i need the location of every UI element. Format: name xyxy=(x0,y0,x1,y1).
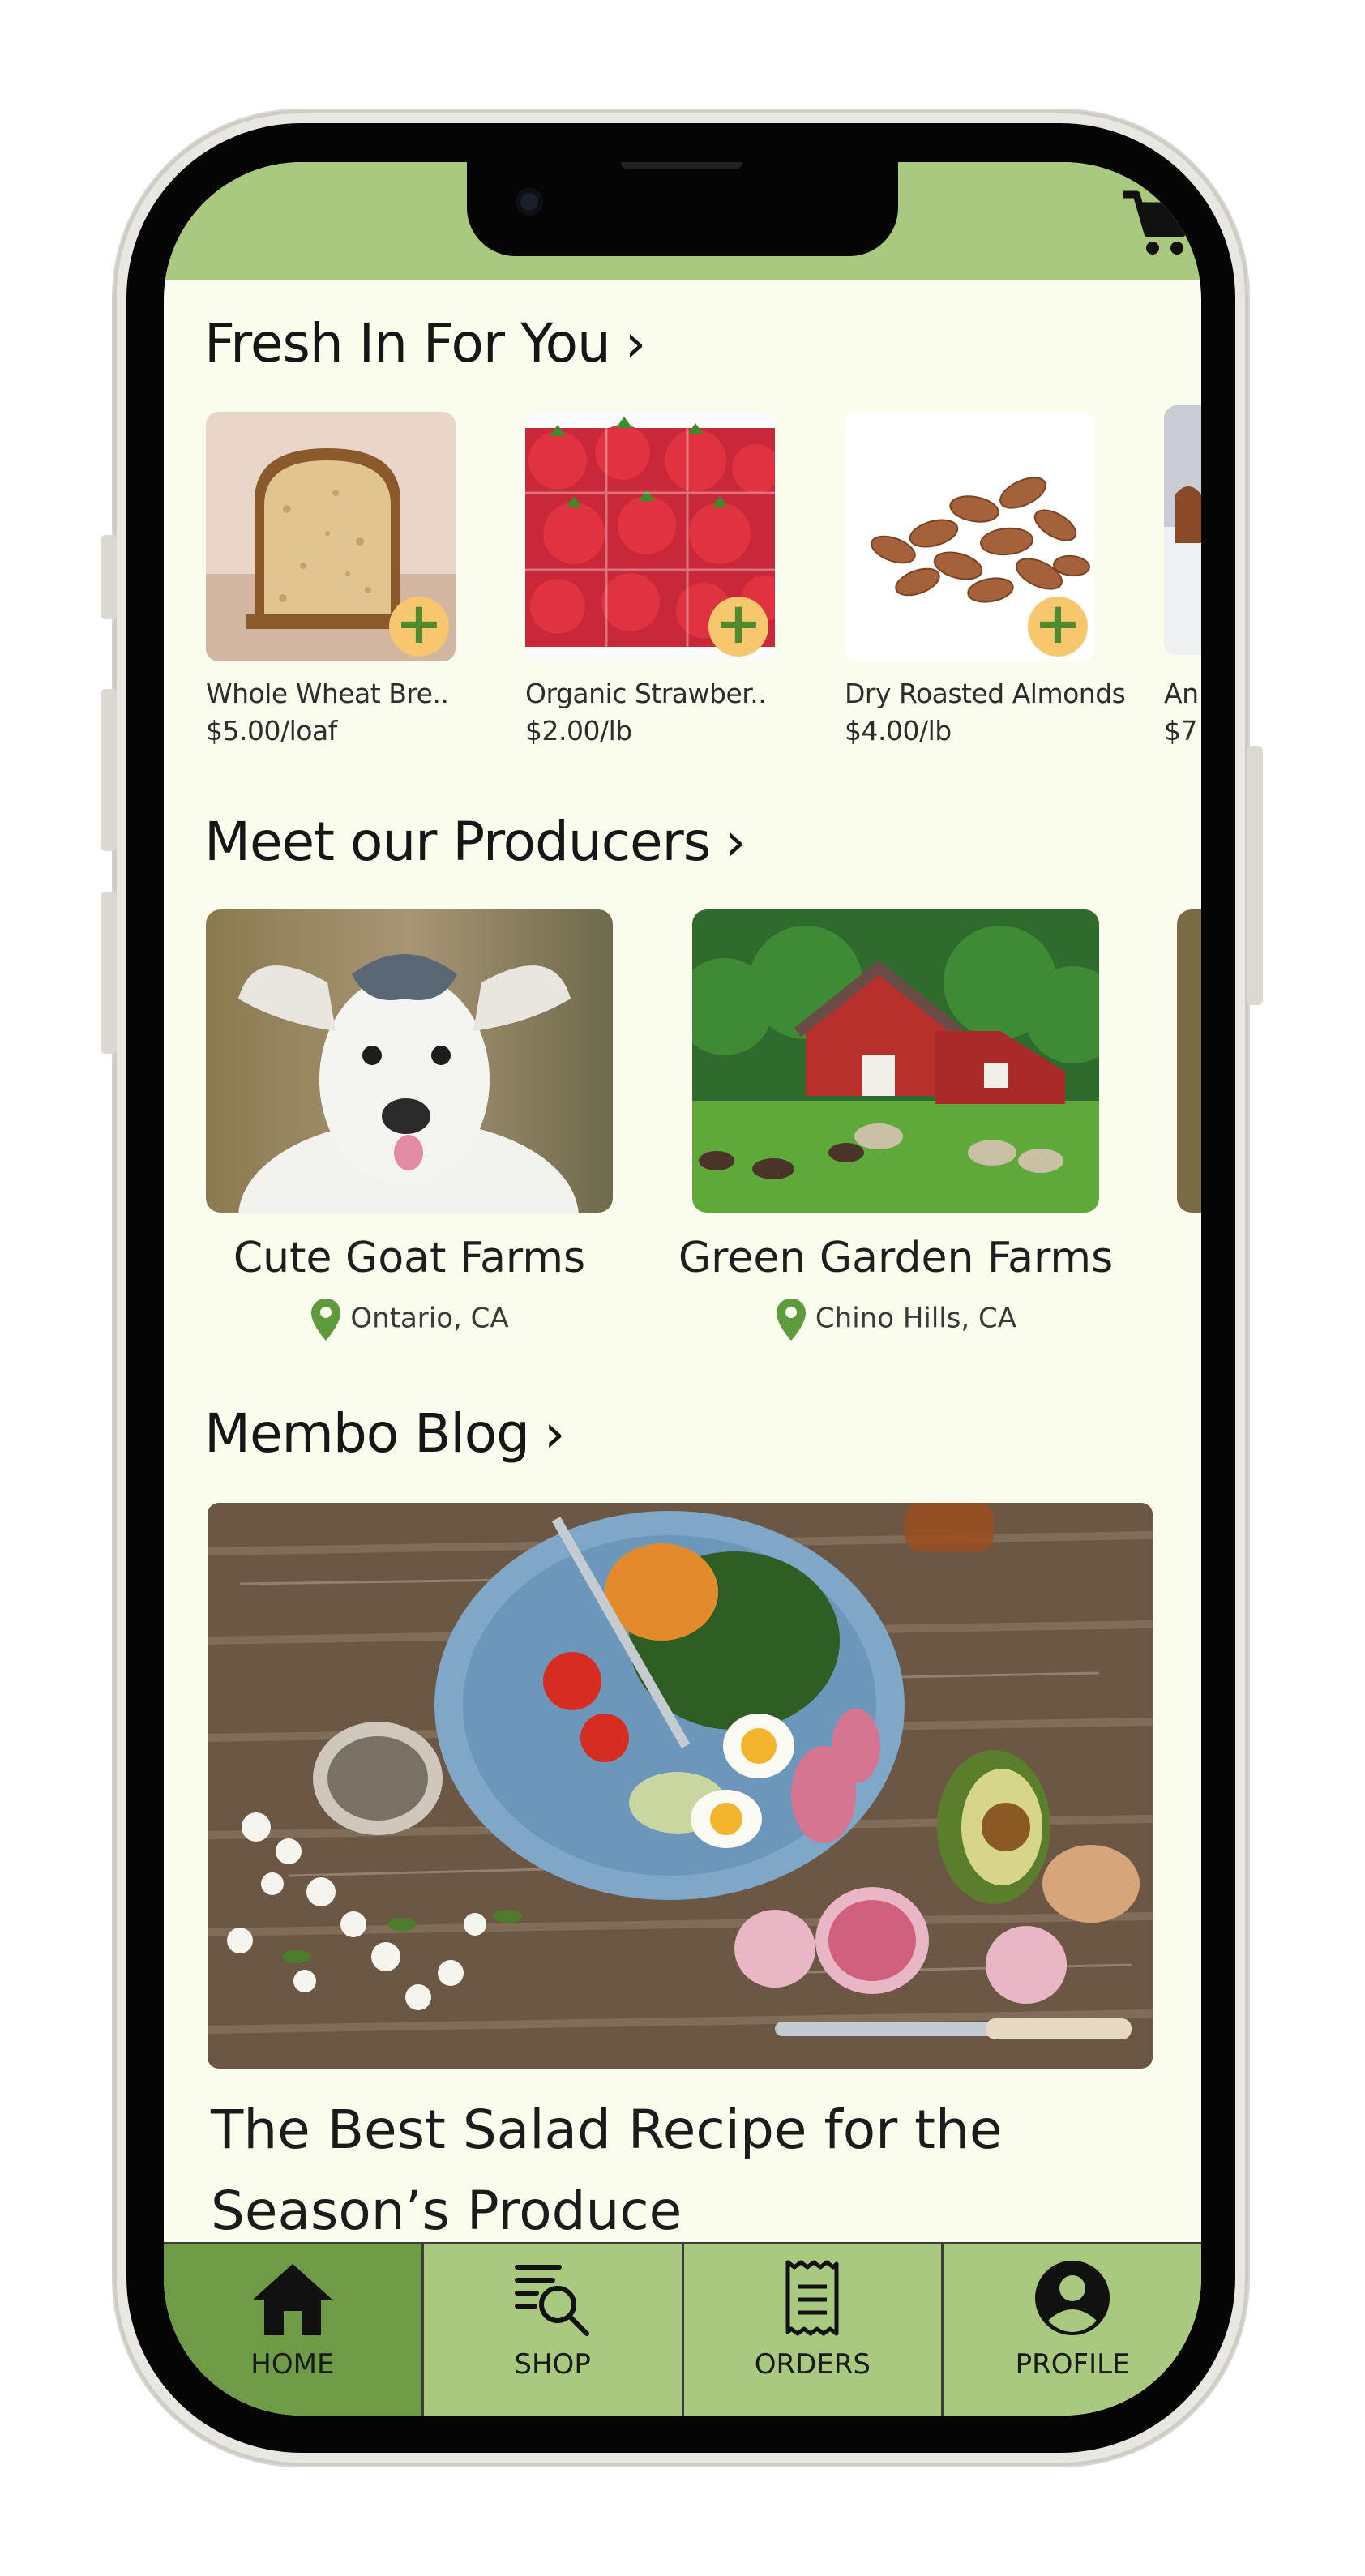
product-price: $2.00/lb xyxy=(525,715,632,747)
side-button-mute xyxy=(101,535,117,619)
speaker-grille xyxy=(621,162,742,169)
tab-profile[interactable]: PROFILE xyxy=(944,2244,1201,2416)
bread-image: + xyxy=(206,412,456,661)
location-pin-icon xyxy=(311,1299,341,1341)
product-name: Dry Roasted Almonds xyxy=(845,678,1126,709)
producer-location: Ontario, CA xyxy=(206,1297,613,1342)
blog-post-title-line: Season’s Produce xyxy=(211,2180,682,2242)
blog-title-text: Membo Blog xyxy=(204,1402,530,1465)
product-card[interactable]: + Dry Roasted Almonds $4.00/lb xyxy=(845,412,1126,747)
goat-image xyxy=(206,909,613,1213)
producer-card[interactable]: Green Garden Farms Chino Hills, CA xyxy=(678,909,1113,1341)
fresh-title-text: Fresh In For You xyxy=(204,312,611,374)
product-card[interactable]: + Organic Strawber.. $2.00/lb xyxy=(525,412,775,747)
blog-post-title[interactable]: The Best Salad Recipe for the Season’s P… xyxy=(211,2090,1151,2252)
producers-section-title[interactable]: Meet our Producers › xyxy=(204,811,747,873)
product-price: $5.00/loaf xyxy=(206,715,337,747)
tab-home[interactable]: HOME xyxy=(164,2244,424,2416)
side-button-volume-down xyxy=(101,892,117,1054)
profile-icon xyxy=(1035,2261,1110,2335)
app-screen: Fresh In For You › + Whole Wheat Bre.. $5… xyxy=(164,162,1201,2416)
salad-image[interactable] xyxy=(208,1503,1153,2069)
tab-shop[interactable]: SHOP xyxy=(424,2244,684,2416)
fresh-section-title[interactable]: Fresh In For You › xyxy=(204,312,646,374)
home-icon xyxy=(252,2264,332,2335)
partial-producer-image xyxy=(1177,909,1201,1213)
side-button-volume-up xyxy=(101,689,117,851)
product-name: An xyxy=(1164,678,1199,709)
bottom-tab-bar: HOME SHOP ORDERS PROFILE xyxy=(164,2242,1201,2416)
product-price: $4.00/lb xyxy=(845,715,952,747)
producer-location-text: Ontario, CA xyxy=(350,1302,509,1335)
strawberries-image: + xyxy=(525,412,775,661)
blog-section-title[interactable]: Membo Blog › xyxy=(204,1402,565,1465)
camera-icon xyxy=(516,188,543,216)
producer-name: Green Garden Farms xyxy=(678,1234,1114,1282)
location-pin-icon xyxy=(776,1299,806,1341)
tab-label: HOME xyxy=(250,2348,335,2381)
chevron-right-icon: › xyxy=(725,811,746,873)
product-name: Organic Strawber.. xyxy=(525,678,767,709)
producer-location-text: Chino Hills, CA xyxy=(815,1302,1017,1335)
shop-search-icon xyxy=(514,2265,589,2336)
chevron-right-icon: › xyxy=(624,312,646,374)
tab-label: PROFILE xyxy=(1015,2348,1130,2381)
side-button-power xyxy=(1247,746,1263,1005)
producer-card[interactable]: Cute Goat Farms Ontario, CA xyxy=(206,909,613,1341)
producers-title-text: Meet our Producers xyxy=(204,811,711,873)
tab-label: SHOP xyxy=(514,2348,591,2381)
product-name: Whole Wheat Bre.. xyxy=(206,678,449,709)
add-to-cart-button[interactable]: + xyxy=(708,595,768,657)
partial-product-image xyxy=(1164,405,1201,655)
receipt-icon xyxy=(785,2260,839,2336)
blog-post-title-line: The Best Salad Recipe for the xyxy=(211,2099,1003,2161)
product-price: $7 xyxy=(1164,715,1198,747)
cart-icon[interactable] xyxy=(1120,186,1193,259)
product-card[interactable]: An $7 xyxy=(1164,405,1201,747)
producer-location: Chino Hills, CA xyxy=(692,1297,1099,1342)
add-to-cart-button[interactable]: + xyxy=(1028,595,1088,657)
producer-name: Cute Goat Farms xyxy=(233,1234,586,1282)
almonds-image: + xyxy=(845,412,1094,661)
barn-image xyxy=(692,909,1099,1213)
tab-orders[interactable]: ORDERS xyxy=(684,2244,944,2416)
camera-notch xyxy=(467,162,898,256)
producer-card[interactable] xyxy=(1177,909,1201,1213)
add-to-cart-button[interactable]: + xyxy=(389,595,449,657)
chevron-right-icon: › xyxy=(544,1402,565,1465)
tab-label: ORDERS xyxy=(754,2348,871,2381)
product-card[interactable]: + Whole Wheat Bre.. $5.00/loaf xyxy=(206,412,456,747)
